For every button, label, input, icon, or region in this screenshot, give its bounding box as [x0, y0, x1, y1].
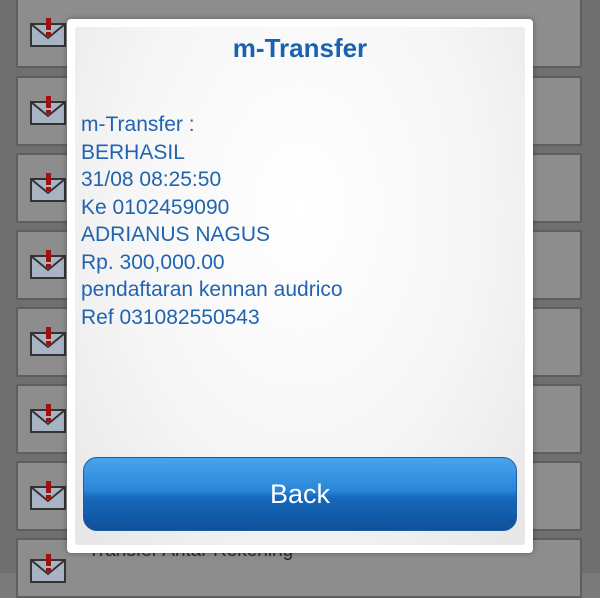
back-button[interactable]: Back	[83, 457, 517, 531]
message-line: Rp. 300,000.00	[81, 250, 225, 274]
mail-alert-icon	[30, 173, 66, 202]
transfer-result-dialog: m-Transfer m-Transfer : BERHASIL 31/08 0…	[67, 19, 533, 553]
mail-alert-icon	[30, 96, 66, 125]
message-line: m-Transfer :	[81, 113, 195, 136]
dialog-title: m-Transfer	[232, 33, 368, 63]
transfer-message: m-Transfer : BERHASIL 31/08 08:25:50 Ke …	[81, 111, 511, 331]
message-line: Ref 031082550543	[81, 305, 260, 329]
mail-alert-icon	[30, 554, 66, 583]
mail-alert-icon	[30, 481, 66, 510]
message-line: BERHASIL	[81, 140, 185, 164]
mail-alert-icon	[30, 250, 66, 279]
message-line: ADRIANUS NAGUS	[81, 223, 271, 246]
mail-alert-icon	[30, 327, 66, 356]
dialog-body: m-Transfer m-Transfer : BERHASIL 31/08 0…	[75, 27, 525, 545]
message-line: 31/08 08:25:50	[81, 168, 222, 191]
message-line: Ke 0102459090	[81, 195, 230, 219]
mail-alert-icon	[30, 404, 66, 433]
mail-alert-icon	[30, 18, 66, 47]
message-line: pendaftaran kennan audrico	[81, 278, 343, 301]
